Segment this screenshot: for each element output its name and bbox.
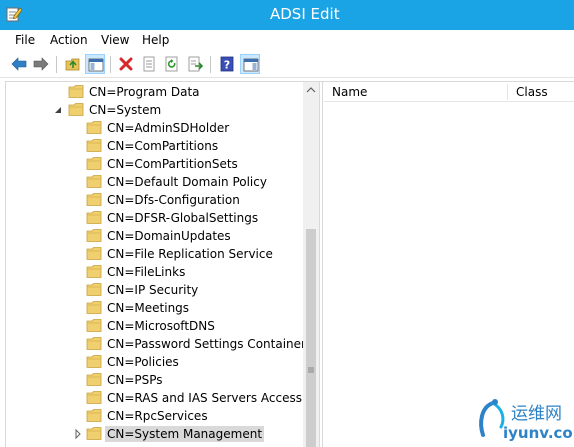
tree-vertical-scrollbar[interactable] (303, 82, 319, 447)
tree-item-label: CN=Default Domain Policy (107, 175, 267, 189)
tree-item[interactable]: CN=RAS and IAS Servers Access Che (6, 389, 319, 407)
tree-item-label: CN=AdminSDHolder (107, 121, 230, 135)
svg-text:?: ? (224, 59, 230, 72)
folder-icon (86, 174, 103, 189)
show-hide-action-pane-icon[interactable] (240, 54, 260, 74)
main-content: CN=Program Data CN=System CN=AdminSDHolder… (5, 81, 574, 447)
tree-item-label: CN=DomainUpdates (107, 229, 231, 243)
tree-item[interactable]: CN=MicrosoftDNS (6, 317, 303, 335)
tree-item[interactable]: CN=AdminSDHolder (6, 119, 303, 137)
tree-item-label: CN=Dfs-Configuration (107, 193, 240, 207)
folder-icon (86, 300, 103, 315)
folder-icon (86, 192, 103, 207)
menu-bar: File Action View Help (0, 30, 574, 51)
folder-icon (86, 318, 103, 333)
folder-icon (86, 210, 103, 225)
up-folder-icon[interactable] (63, 54, 83, 74)
watermark-text-url: iyunv.com (503, 424, 574, 442)
watermark: 运维网 iyunv.com (473, 397, 574, 447)
folder-icon (86, 282, 103, 297)
tree-item[interactable]: CN=Dfs-Configuration (6, 191, 303, 209)
folder-icon (86, 228, 103, 243)
folder-icon (68, 102, 85, 117)
properties-icon[interactable] (139, 54, 159, 74)
column-header-class[interactable]: Class (508, 82, 574, 102)
tree-item[interactable]: CN=IP Security (6, 281, 303, 299)
tree-item-label: CN=Policies (107, 355, 179, 369)
folder-icon (86, 138, 103, 153)
tree-item[interactable]: CN=ComPartitionSets (6, 155, 303, 173)
tree-item[interactable]: CN=System (6, 101, 303, 119)
scrollbar-thumb[interactable] (306, 229, 316, 447)
folder-icon (86, 336, 103, 351)
tree-item-label: CN=Meetings (107, 301, 190, 315)
folder-icon (86, 354, 103, 369)
tree-item-label: CN=RpcServices (107, 409, 208, 423)
folder-icon (86, 264, 103, 279)
scroll-grip-icon (303, 362, 319, 378)
export-list-icon[interactable] (185, 54, 205, 74)
tree-item-label: CN=MicrosoftDNS (107, 319, 215, 333)
folder-icon (86, 246, 103, 261)
folder-icon (86, 408, 103, 423)
toolbar-separator (110, 56, 111, 73)
toolbar-separator (210, 56, 211, 73)
refresh-icon[interactable] (162, 54, 182, 74)
tree-item[interactable]: CN=File Replication Service (6, 245, 303, 263)
delete-icon[interactable] (116, 54, 136, 74)
tree-item-label: CN=ComPartitions (107, 139, 219, 153)
tree-view[interactable]: CN=Program Data CN=System CN=AdminSDHolder… (6, 82, 319, 447)
forward-icon[interactable] (31, 54, 51, 74)
list-header: Name Class (324, 82, 574, 102)
scroll-up-arrow-icon[interactable] (303, 82, 319, 98)
tree-item-label: CN=File Replication Service (107, 247, 273, 261)
folder-icon (68, 84, 85, 99)
tree-item-label: CN=RAS and IAS Servers Access Che (107, 391, 319, 405)
tree-item-label: CN=IP Security (107, 283, 199, 297)
tree-item[interactable]: CN=Policies (6, 353, 303, 371)
tree-item[interactable]: CN=Password Settings Container (6, 335, 306, 353)
help-icon[interactable]: ? (217, 54, 237, 74)
tree-item-label: CN=ComPartitionSets (107, 157, 238, 171)
tree-item[interactable]: CN=DomainUpdates (6, 227, 303, 245)
show-hide-tree-icon[interactable] (85, 54, 105, 74)
tree-item-label: CN=FileLinks (107, 265, 186, 279)
tree-item-label: CN=Program Data (89, 85, 200, 99)
back-icon[interactable] (9, 54, 29, 74)
tree-item-label: CN=System Management (105, 426, 265, 442)
tree-item[interactable]: CN=PSPs (6, 371, 303, 389)
pane-splitter[interactable] (319, 82, 323, 447)
tree-item[interactable]: CN=FileLinks (6, 263, 303, 281)
tree-item[interactable]: CN=Default Domain Policy (6, 173, 303, 191)
list-view[interactable]: Name Class (324, 82, 574, 447)
window-title: ADSI Edit (270, 5, 340, 23)
column-header-name[interactable]: Name (324, 82, 507, 102)
tree-item-label: CN=Password Settings Container (107, 337, 306, 351)
title-bar: ADSI Edit (0, 0, 574, 30)
menu-file[interactable]: File (15, 33, 35, 47)
folder-icon (86, 372, 103, 387)
menu-view[interactable]: View (101, 33, 129, 47)
folder-icon (86, 120, 103, 135)
toolbar: ? (0, 51, 574, 78)
tree-item[interactable]: CN=ComPartitions (6, 137, 303, 155)
folder-icon (86, 156, 103, 171)
tree-item[interactable]: CN=Meetings (6, 299, 303, 317)
folder-icon (86, 390, 103, 405)
tree-item-label: CN=DFSR-GlobalSettings (107, 211, 259, 225)
tree-item-label: CN=PSPs (107, 373, 163, 387)
toolbar-separator (56, 56, 57, 73)
menu-action[interactable]: Action (50, 33, 88, 47)
collapsed-arrow-icon[interactable] (73, 428, 83, 440)
expanded-arrow-icon[interactable] (53, 104, 63, 116)
tree-item-label: CN=System (89, 103, 162, 117)
folder-icon (86, 426, 103, 441)
tree-item[interactable]: CN=System Management (6, 425, 303, 443)
menu-help[interactable]: Help (142, 33, 169, 47)
watermark-text-cn: 运维网 (511, 404, 562, 424)
tree-item[interactable]: CN=DFSR-GlobalSettings (6, 209, 303, 227)
tree-item[interactable]: CN=RpcServices (6, 407, 303, 425)
tree-item[interactable]: CN=Program Data (6, 83, 303, 101)
